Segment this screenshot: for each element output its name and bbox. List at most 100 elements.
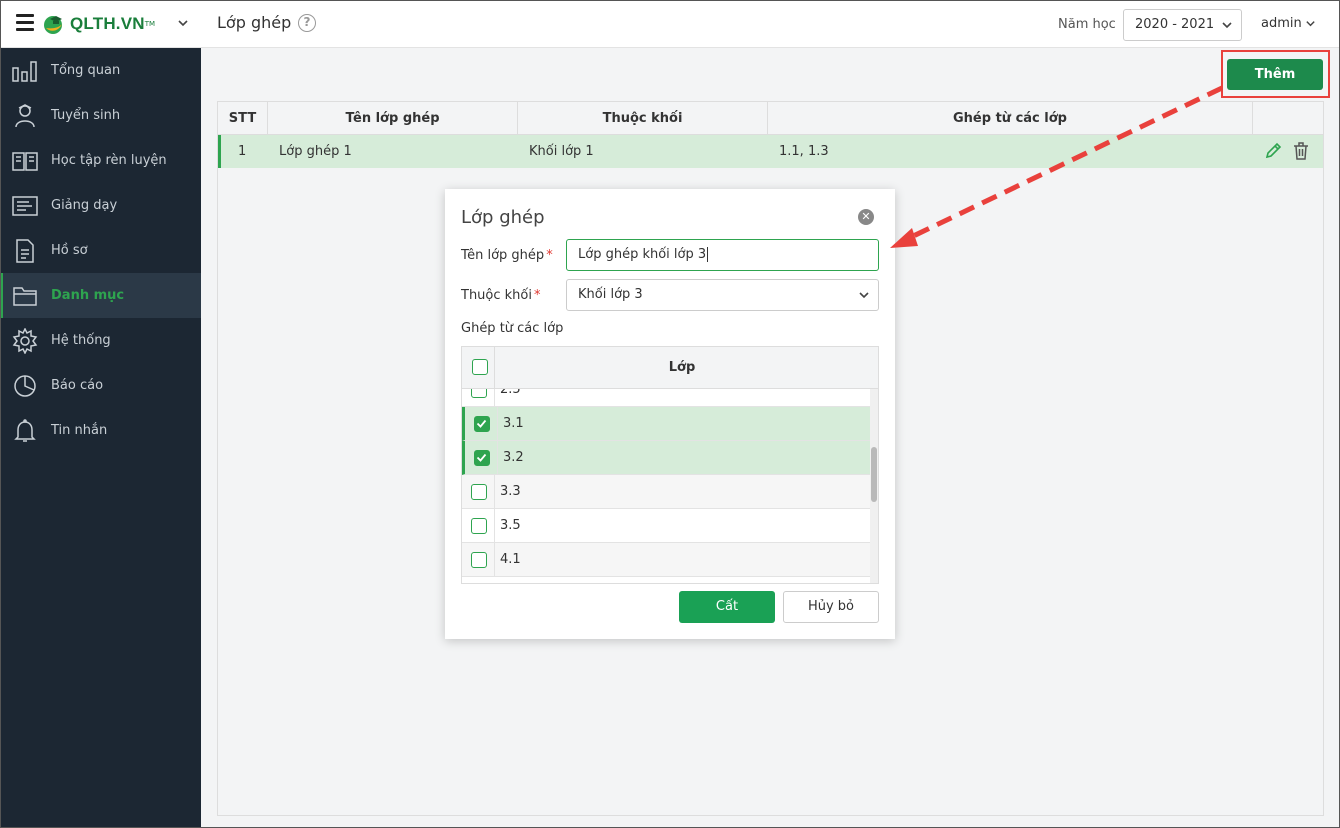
column-divider xyxy=(494,475,495,509)
grade-label-text: Thuộc khối xyxy=(461,288,532,303)
school-year-value: 2020 - 2021 xyxy=(1135,17,1215,32)
chevron-down-icon xyxy=(1221,19,1233,31)
class-checkbox[interactable] xyxy=(471,389,487,398)
sidebar-item-label: Giảng dạy xyxy=(51,198,118,213)
column-header-name[interactable]: Tên lớp ghép xyxy=(268,102,518,135)
sidebar-item-ho-so[interactable]: Hồ sơ xyxy=(0,228,201,273)
pencil-edit-icon[interactable] xyxy=(1264,142,1282,160)
column-divider xyxy=(494,389,495,407)
add-button[interactable]: Thêm xyxy=(1227,59,1323,90)
class-checkbox[interactable] xyxy=(471,552,487,568)
column-header-stt[interactable]: STT xyxy=(218,102,268,135)
sidebar-item-label: Học tập rèn luyện xyxy=(51,153,167,168)
class-row[interactable]: 3.1 xyxy=(462,407,870,441)
sidebar-item-label: Tin nhắn xyxy=(51,423,108,438)
class-checkbox-checked[interactable] xyxy=(474,416,490,432)
column-header-classes[interactable]: Ghép từ các lớp xyxy=(768,102,1253,135)
gear-icon xyxy=(12,327,38,354)
name-label-text: Tên lớp ghép xyxy=(461,248,545,263)
class-row[interactable]: 4.1 xyxy=(462,543,870,577)
sidebar-item-he-thong[interactable]: Hệ thống xyxy=(0,318,201,363)
class-row[interactable]: 3.3 xyxy=(462,475,870,509)
class-checkbox-checked[interactable] xyxy=(474,450,490,466)
class-label: 4.1 xyxy=(500,552,521,567)
class-list[interactable]: 2.5 3.1 3.2 3.3 3.5 4.1 xyxy=(462,389,870,583)
page-title: Lớp ghép xyxy=(217,13,292,32)
sidebar-item-bao-cao[interactable]: Báo cáo xyxy=(0,363,201,408)
document-icon xyxy=(12,238,38,264)
grouped-class-name-input[interactable]: Lớp ghép khối lớp 3 xyxy=(566,239,879,271)
app-logo[interactable]: QLTH.VN TM xyxy=(42,10,155,38)
classes-field-label: Ghép từ các lớp xyxy=(461,321,564,336)
column-divider xyxy=(494,543,495,577)
folder-icon xyxy=(12,283,38,309)
sidebar-item-tong-quan[interactable]: Tổng quan xyxy=(0,48,201,93)
class-row[interactable]: 3.5 xyxy=(462,509,870,543)
dialog-title: Lớp ghép xyxy=(461,207,545,228)
select-all-checkbox[interactable] xyxy=(472,359,488,375)
cell-classes: 1.1, 1.3 xyxy=(779,144,829,159)
class-label: 3.1 xyxy=(503,416,524,431)
table-row[interactable]: 1 Lớp ghép 1 Khối lớp 1 1.1, 1.3 xyxy=(218,135,1323,168)
table-header: STT Tên lớp ghép Thuộc khối Ghép từ các … xyxy=(218,102,1323,135)
presentation-board-icon xyxy=(12,193,38,219)
class-label: 3.2 xyxy=(503,450,524,465)
column-divider xyxy=(497,441,498,475)
class-table-header: Lớp xyxy=(462,347,878,389)
chart-bars-icon xyxy=(12,58,38,84)
column-header-grade[interactable]: Thuộc khối xyxy=(518,102,768,135)
column-divider xyxy=(497,407,498,441)
hamburger-menu-icon[interactable] xyxy=(16,14,34,32)
sidebar-item-tin-nhan[interactable]: Tin nhắn xyxy=(0,408,201,453)
chevron-down-icon[interactable] xyxy=(176,16,190,30)
cell-stt: 1 xyxy=(238,144,247,159)
cancel-button[interactable]: Hủy bỏ xyxy=(783,591,879,623)
chevron-down-icon xyxy=(1305,18,1316,29)
bell-icon xyxy=(12,418,38,444)
trash-delete-icon[interactable] xyxy=(1293,142,1309,160)
scrollbar[interactable] xyxy=(870,389,878,583)
text-cursor xyxy=(707,247,709,262)
class-checkbox[interactable] xyxy=(471,518,487,534)
save-button[interactable]: Cất xyxy=(679,591,775,623)
help-icon[interactable]: ? xyxy=(298,14,316,32)
sidebar-item-label: Báo cáo xyxy=(51,378,104,393)
name-input-value: Lớp ghép khối lớp 3 xyxy=(578,247,707,262)
grade-select[interactable]: Khối lớp 3 xyxy=(566,279,879,311)
column-divider xyxy=(494,509,495,543)
class-label: 2.5 xyxy=(500,389,521,397)
open-book-icon xyxy=(12,148,38,174)
sidebar-item-label: Tổng quan xyxy=(51,63,121,78)
chevron-down-icon xyxy=(858,289,870,301)
class-row[interactable]: 2.5 xyxy=(462,389,870,407)
required-mark: * xyxy=(546,248,553,263)
pie-chart-icon xyxy=(12,373,38,399)
class-column-header[interactable]: Lớp xyxy=(495,347,869,389)
sidebar-item-hoc-tap-ren-luyen[interactable]: Học tập rèn luyện xyxy=(0,138,201,183)
class-selection-table: Lớp 2.5 3.1 3.2 3.3 3.5 4.1 xyxy=(461,346,879,584)
class-checkbox[interactable] xyxy=(471,484,487,500)
sidebar: Tổng quan Tuyển sinh Học tập rèn luyện G… xyxy=(0,48,201,828)
required-mark: * xyxy=(534,288,541,303)
student-icon xyxy=(12,103,38,129)
column-header-actions xyxy=(1253,102,1323,135)
cell-grade: Khối lớp 1 xyxy=(529,144,594,159)
class-row[interactable]: 3.2 xyxy=(462,441,870,475)
scrollbar-thumb[interactable] xyxy=(871,447,877,502)
logo-text: QLTH.VN xyxy=(70,14,145,33)
school-year-label: Năm học xyxy=(1058,17,1116,32)
school-year-select[interactable]: 2020 - 2021 xyxy=(1123,9,1242,41)
sidebar-item-danh-muc[interactable]: Danh mục xyxy=(0,273,201,318)
grade-field-label: Thuộc khối * xyxy=(461,288,541,303)
grade-select-value: Khối lớp 3 xyxy=(578,287,643,302)
user-name: admin xyxy=(1261,16,1302,31)
class-label: 3.5 xyxy=(500,518,521,533)
grouped-class-dialog: Lớp ghép ✕ Tên lớp ghép * Lớp ghép khối l… xyxy=(445,189,895,639)
sidebar-item-giang-day[interactable]: Giảng dạy xyxy=(0,183,201,228)
user-menu[interactable]: admin xyxy=(1261,16,1316,31)
name-field-label: Tên lớp ghép * xyxy=(461,248,553,263)
sidebar-item-label: Hồ sơ xyxy=(51,243,88,258)
sidebar-item-label: Danh mục xyxy=(51,288,125,303)
close-icon[interactable]: ✕ xyxy=(858,209,874,225)
sidebar-item-tuyen-sinh[interactable]: Tuyển sinh xyxy=(0,93,201,138)
